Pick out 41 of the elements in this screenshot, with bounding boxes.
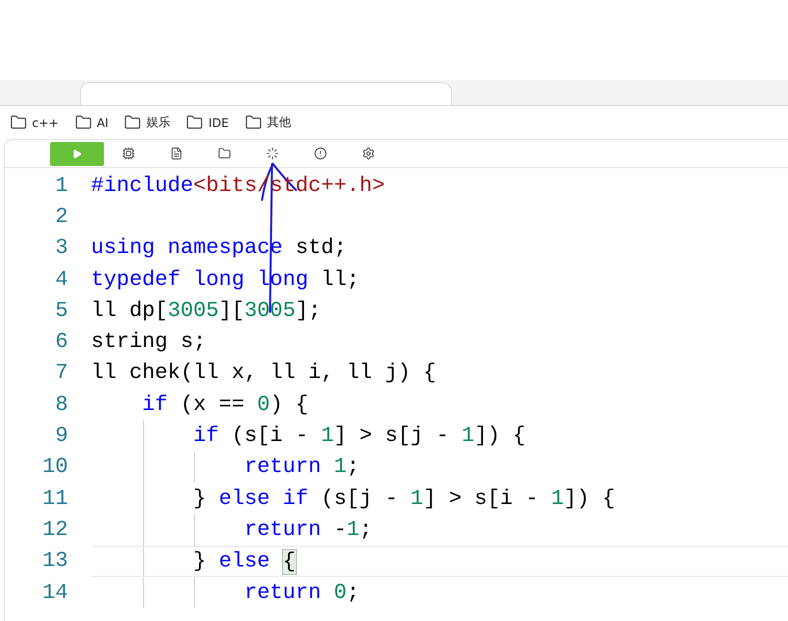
bookmark-folder[interactable]: c++ xyxy=(10,114,59,131)
line-number: 12 xyxy=(41,518,68,542)
sparkle-icon xyxy=(266,147,278,160)
line-number: 6 xyxy=(54,330,68,354)
alert-icon xyxy=(314,147,326,160)
bookmark-folder[interactable]: AI xyxy=(74,114,108,131)
file-icon xyxy=(170,147,182,160)
folder-icon xyxy=(74,114,92,131)
code-line: return 0; xyxy=(243,580,360,604)
folder-icon xyxy=(244,114,262,131)
code-line: return -1; xyxy=(243,518,372,542)
code-line: return 1; xyxy=(243,455,360,480)
play-icon xyxy=(72,148,82,158)
code-line: ll dp[3005][3005]; xyxy=(91,298,322,323)
line-number: 8 xyxy=(54,392,68,417)
folder-icon xyxy=(124,114,142,131)
line-number: 11 xyxy=(41,486,68,511)
bookmark-folder[interactable]: IDE xyxy=(186,114,229,131)
folder-icon xyxy=(10,114,27,131)
line-number: 14 xyxy=(41,580,68,604)
chip-icon xyxy=(122,147,134,160)
code-line: if (x == 0) { xyxy=(141,392,308,417)
line-number: 1 xyxy=(54,174,68,198)
line-number: 2 xyxy=(54,204,68,229)
bookmark-folder[interactable]: 娱乐 xyxy=(124,114,170,131)
line-number: 4 xyxy=(54,268,68,292)
folder-icon xyxy=(186,114,204,131)
line-number: 7 xyxy=(54,361,68,386)
line-number: 13 xyxy=(41,549,68,574)
code-line: } else { xyxy=(192,548,297,574)
code-line: } else if (s[j - 1] > s[i - 1]) { xyxy=(192,486,616,511)
bookmark-folder[interactable]: 其他 xyxy=(244,114,291,131)
line-number: 9 xyxy=(54,424,68,448)
line-number: 5 xyxy=(54,298,68,323)
code-line: if (s[i - 1] > s[j - 1]) { xyxy=(192,424,526,448)
code-line: string s; xyxy=(91,330,206,354)
settings-icon xyxy=(362,147,374,160)
folder-icon xyxy=(218,147,230,160)
line-number: 3 xyxy=(54,236,68,260)
code-line: ll chek(ll x, ll i, ll j) { xyxy=(91,361,436,386)
line-number: 10 xyxy=(41,455,68,480)
